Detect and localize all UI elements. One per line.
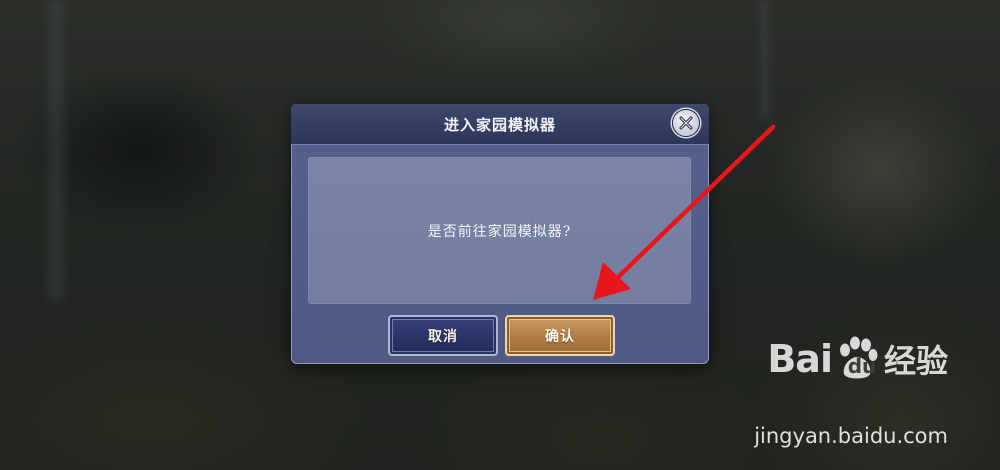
message-panel: 是否前往家园模拟器? bbox=[308, 157, 691, 304]
confirm-button-label: 确认 bbox=[545, 328, 575, 345]
cancel-button[interactable]: 取消 bbox=[388, 315, 498, 356]
close-icon bbox=[679, 116, 693, 130]
watermark-logo-text: Bai bbox=[767, 337, 833, 381]
close-button[interactable] bbox=[672, 109, 700, 137]
baidu-logo: Bai du 经验 bbox=[767, 336, 948, 382]
baidu-jingyan-watermark: Bai du 经验 jingyan.baidu.com bbox=[748, 336, 948, 448]
dialog-header: 进入家园模拟器 bbox=[291, 104, 709, 145]
watermark-logo-du: du bbox=[847, 354, 877, 378]
watermark-logo-suffix: 经验 bbox=[883, 342, 948, 380]
dialog-title: 进入家园模拟器 bbox=[443, 115, 556, 134]
dialog-message: 是否前往家园模拟器? bbox=[427, 223, 572, 240]
cancel-button-label: 取消 bbox=[428, 328, 458, 345]
watermark-url: jingyan.baidu.com bbox=[754, 424, 948, 448]
home-simulator-dialog: 进入家园模拟器 是否前往家园模拟器? 取消 确认 bbox=[291, 104, 709, 364]
confirm-button[interactable]: 确认 bbox=[505, 315, 615, 356]
